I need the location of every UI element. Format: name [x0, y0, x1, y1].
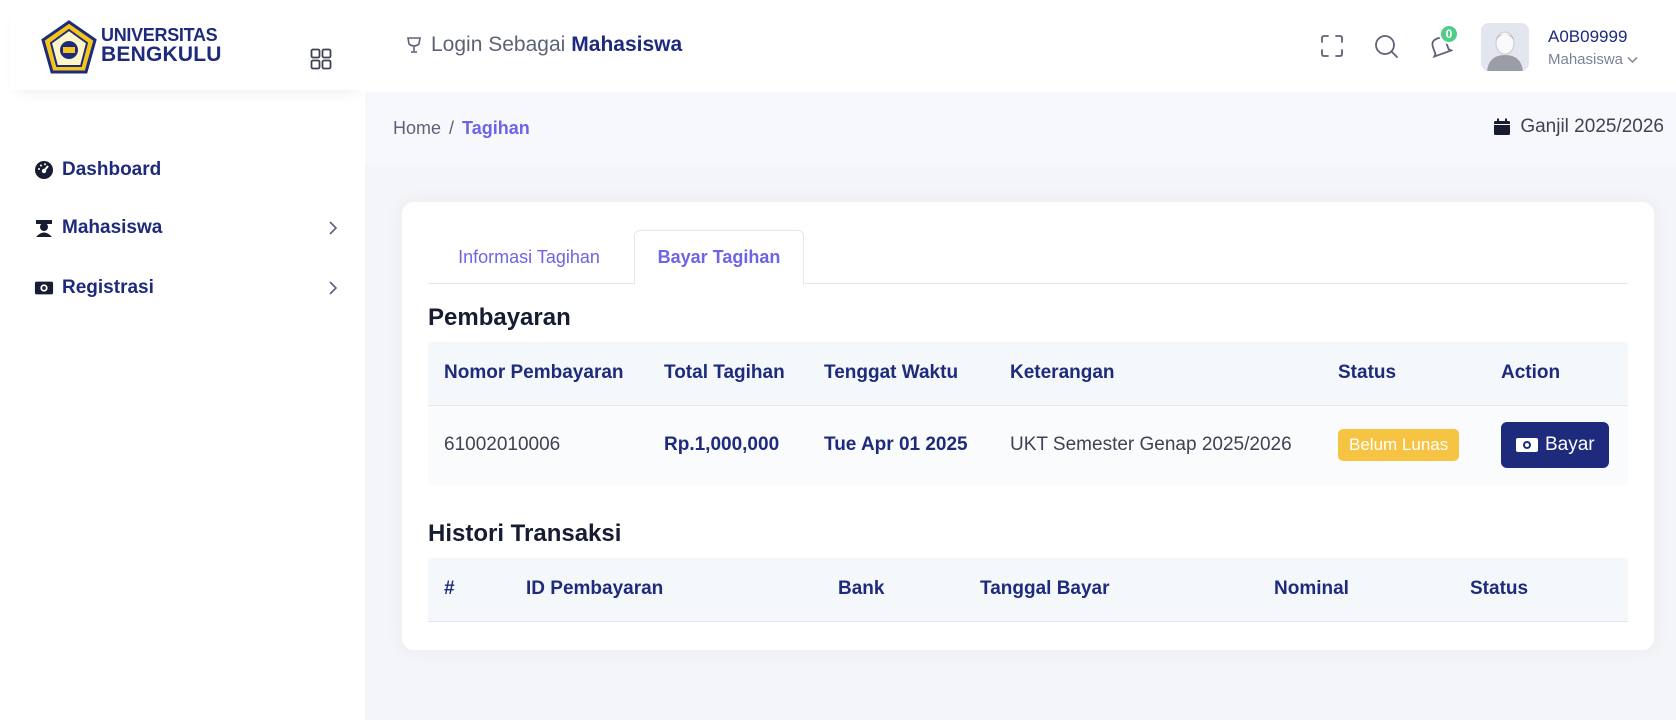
- status-badge: Belum Lunas: [1338, 429, 1460, 462]
- tenggat-waktu-cell: Tue Apr 01 2025: [808, 405, 994, 485]
- keterangan-cell: UKT Semester Genap 2025/2026: [994, 405, 1322, 485]
- breadcrumb-home-link[interactable]: Home: [393, 118, 441, 138]
- column-header: Status: [1322, 342, 1485, 406]
- login-prefix: Login Sebagai: [431, 33, 566, 56]
- column-header: Tenggat Waktu: [808, 342, 994, 406]
- histori-title: Histori Transaksi: [428, 520, 622, 547]
- table-header-row: Nomor Pembayaran Total Tagihan Tenggat W…: [428, 342, 1628, 406]
- tagihan-card: Informasi Tagihan Bayar Tagihan Pembayar…: [402, 202, 1654, 650]
- column-header: ID Pembayaran: [510, 558, 822, 622]
- user-role-dropdown[interactable]: Mahasiswa: [1548, 51, 1638, 68]
- login-role-indicator: Login Sebagai Mahasiswa: [405, 33, 682, 57]
- money-bill-icon: [34, 278, 54, 298]
- pembayaran-table: Nomor Pembayaran Total Tagihan Tenggat W…: [428, 342, 1628, 485]
- nomor-pembayaran-cell: 61002010006: [428, 405, 648, 485]
- brand-header: UNIVERSITAS BENGKULU: [10, 0, 365, 90]
- sidebar: UNIVERSITAS BENGKULU Dashboard Mahasiswa: [0, 0, 365, 720]
- fullscreen-icon[interactable]: [1319, 33, 1345, 59]
- dashboard-gauge-icon: [34, 160, 54, 180]
- column-header: Bank: [822, 558, 964, 622]
- table-row: 61002010006 Rp.1,000,000 Tue Apr 01 2025…: [428, 405, 1628, 485]
- column-header: Keterangan: [994, 342, 1322, 406]
- table-header-row: # ID Pembayaran Bank Tanggal Bayar Nomin…: [428, 558, 1628, 622]
- column-header: Tanggal Bayar: [964, 558, 1258, 622]
- status-cell: Belum Lunas: [1322, 405, 1485, 485]
- semester-indicator: Ganjil 2025/2026: [1493, 116, 1664, 138]
- column-header: Nomor Pembayaran: [428, 342, 648, 406]
- tab-bar: Informasi Tagihan Bayar Tagihan: [428, 230, 1628, 285]
- trophy-icon: [407, 37, 421, 53]
- user-id: A0B09999: [1548, 27, 1628, 46]
- breadcrumb-toolbar: Home / Tagihan Ganjil 2025/2026: [365, 92, 1676, 165]
- sidebar-item-registrasi[interactable]: Registrasi: [0, 268, 365, 308]
- breadcrumb: Home / Tagihan: [393, 118, 530, 139]
- top-header: Login Sebagai Mahasiswa 0 A0B09999 Mahas…: [365, 0, 1676, 92]
- pembayaran-title: Pembayaran: [428, 304, 571, 331]
- avatar[interactable]: [1481, 23, 1529, 71]
- university-logo: [41, 20, 97, 74]
- chevron-right-icon: [329, 281, 338, 295]
- semester-label: Ganjil 2025/2026: [1520, 116, 1664, 137]
- column-header: Action: [1485, 342, 1628, 406]
- column-header: Status: [1454, 558, 1628, 622]
- search-icon[interactable]: [1373, 33, 1399, 59]
- sidebar-item-label: Dashboard: [62, 159, 162, 180]
- action-cell: Bayar: [1485, 405, 1628, 485]
- calendar-icon: [1494, 118, 1511, 135]
- brand-line2: BENGKULU: [101, 43, 222, 66]
- chevron-down-icon: [1627, 56, 1638, 64]
- histori-table: # ID Pembayaran Bank Tanggal Bayar Nomin…: [428, 558, 1628, 622]
- column-header: Nominal: [1258, 558, 1454, 622]
- sidebar-item-label: Mahasiswa: [62, 217, 163, 238]
- user-role-label: Mahasiswa: [1548, 51, 1624, 68]
- breadcrumb-separator: /: [449, 118, 455, 138]
- chevron-right-icon: [329, 221, 338, 235]
- bayar-button[interactable]: Bayar: [1501, 422, 1609, 469]
- grid-menu-icon[interactable]: [310, 48, 332, 70]
- breadcrumb-current: Tagihan: [462, 118, 530, 138]
- brand-name: UNIVERSITAS BENGKULU: [101, 26, 222, 66]
- money-bill-icon: [1516, 438, 1538, 453]
- sidebar-item-dashboard[interactable]: Dashboard: [0, 150, 365, 190]
- sidebar-item-label: Registrasi: [62, 277, 154, 298]
- sidebar-item-mahasiswa[interactable]: Mahasiswa: [0, 208, 365, 248]
- tab-informasi-tagihan[interactable]: Informasi Tagihan: [428, 230, 630, 284]
- total-tagihan-cell: Rp.1,000,000: [648, 405, 808, 485]
- bayar-button-label: Bayar: [1545, 434, 1595, 456]
- notification-count-badge: 0: [1439, 24, 1459, 44]
- column-header: #: [428, 558, 510, 622]
- column-header: Total Tagihan: [648, 342, 808, 406]
- login-role: Mahasiswa: [571, 33, 683, 56]
- tab-bayar-tagihan[interactable]: Bayar Tagihan: [634, 230, 804, 285]
- graduate-icon: [34, 218, 54, 238]
